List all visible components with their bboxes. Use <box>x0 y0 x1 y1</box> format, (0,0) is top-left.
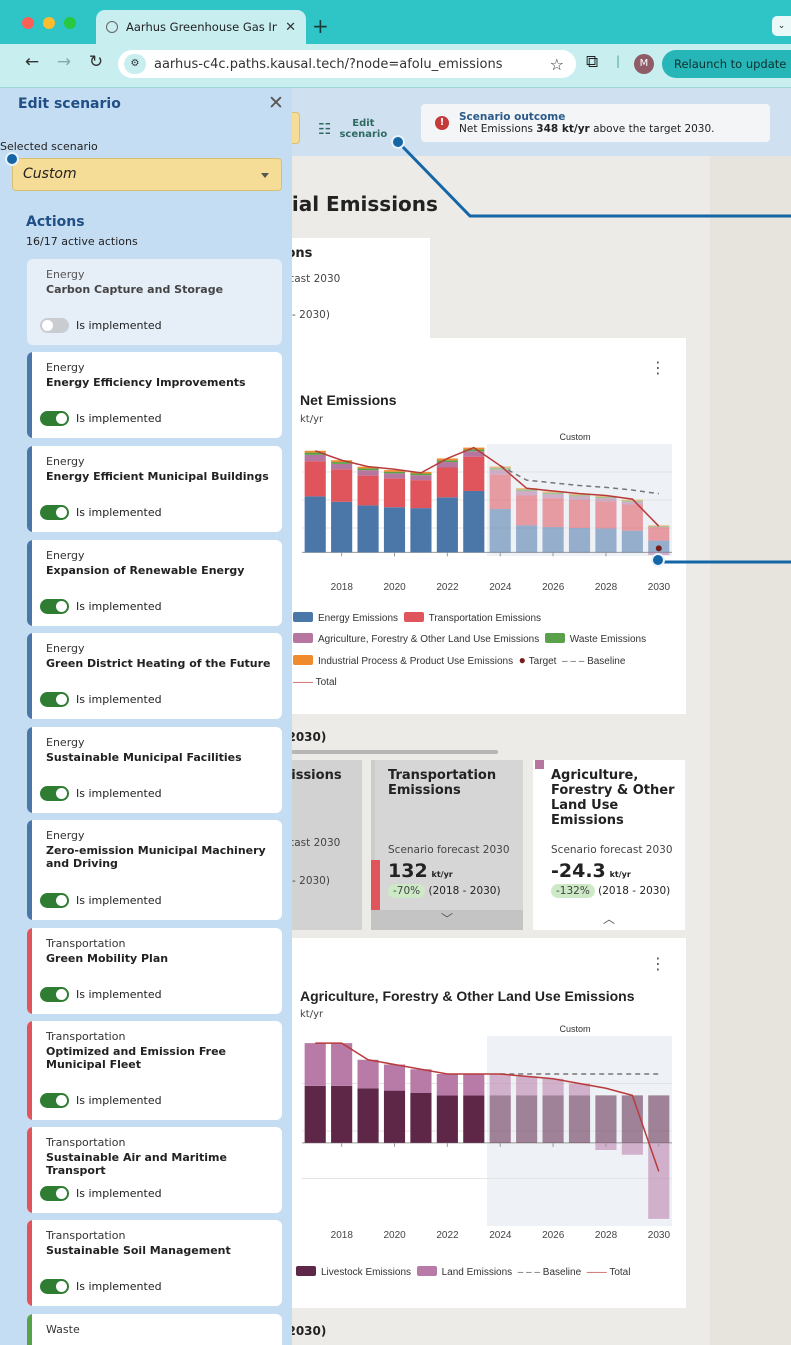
callout-dot-edit <box>391 135 405 149</box>
annotation-lines <box>398 142 791 564</box>
callout-dot-select <box>5 152 19 166</box>
callout-line-edit <box>398 142 791 218</box>
callout-dot-chart <box>651 553 665 567</box>
